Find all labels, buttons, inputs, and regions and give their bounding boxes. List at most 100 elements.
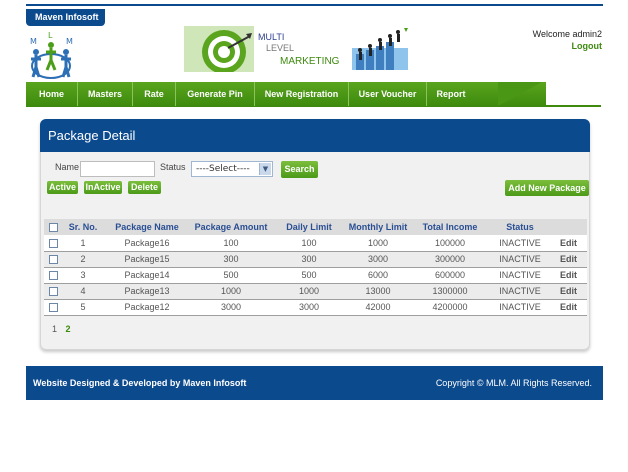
banner-word-3: MARKETING [280, 56, 340, 67]
mlm-banner: MULTI LEVEL MARKETING [184, 26, 410, 72]
page-link-1[interactable]: 1 [52, 324, 57, 334]
welcome-box: Welcome admin2 Logout [533, 28, 602, 52]
nav-report[interactable]: Report [427, 82, 475, 106]
cell-daily-limit: 1000 [272, 283, 346, 300]
select-all-checkbox[interactable] [48, 223, 58, 233]
col-package-amount: Package Amount [190, 219, 272, 235]
cell-total-income: 600000 [410, 267, 490, 284]
cell-daily-limit: 300 [272, 251, 346, 268]
cell-sr-no: 1 [62, 235, 104, 252]
cell-status: INACTIVE [490, 235, 550, 252]
cell-monthly-limit: 6000 [346, 267, 410, 284]
footer-credit: Website Designed & Developed by Maven In… [33, 378, 247, 388]
logo-letter-m2: M [66, 37, 73, 46]
cell-daily-limit: 100 [272, 235, 346, 252]
status-select[interactable]: ----Select---- ▼ [191, 161, 273, 177]
cell-package-amount: 100 [190, 235, 272, 252]
cell-total-income: 300000 [410, 251, 490, 268]
footer: Website Designed & Developed by Maven In… [26, 366, 603, 400]
cell-monthly-limit: 13000 [346, 283, 410, 300]
cell-total-income: 100000 [410, 235, 490, 252]
logo-letter-l: L [48, 31, 53, 40]
row-checkbox[interactable] [48, 287, 58, 297]
cell-package-amount: 500 [190, 267, 272, 284]
cell-package-name: Package13 [104, 283, 190, 300]
nav-bar-tail [498, 82, 542, 106]
cell-sr-no: 2 [62, 251, 104, 268]
cell-package-name: Package16 [104, 235, 190, 252]
status-label: Status [160, 162, 186, 172]
edit-link[interactable]: Edit [550, 235, 587, 252]
nav-user-voucher[interactable]: User Voucher [349, 82, 427, 106]
cell-status: INACTIVE [490, 267, 550, 284]
cell-sr-no: 4 [62, 283, 104, 300]
logout-link[interactable]: Logout [533, 40, 603, 52]
col-sr-no: Sr. No. [62, 219, 104, 235]
banner-word-2: LEVEL [266, 43, 294, 53]
cell-daily-limit: 500 [272, 267, 346, 284]
row-checkbox[interactable] [48, 271, 58, 281]
welcome-text: Welcome admin2 [532, 29, 602, 39]
cell-sr-no: 5 [62, 299, 104, 316]
cell-package-amount: 300 [190, 251, 272, 268]
cell-package-name: Package15 [104, 251, 190, 268]
inactive-button[interactable]: InActive [84, 181, 122, 194]
table-row: 4 Package13 1000 1000 13000 1300000 INAC… [44, 283, 587, 300]
search-button[interactable]: Search [281, 161, 318, 178]
col-edit [550, 219, 587, 235]
edit-link[interactable]: Edit [550, 283, 587, 300]
edit-link[interactable]: Edit [550, 251, 587, 268]
nav-generate-pin[interactable]: Generate Pin [176, 82, 255, 106]
table-row: 3 Package14 500 500 6000 600000 INACTIVE… [44, 267, 587, 284]
col-package-name: Package Name [104, 219, 190, 235]
top-line [26, 4, 603, 6]
cell-package-name: Package12 [104, 299, 190, 316]
cell-daily-limit: 3000 [272, 299, 346, 316]
name-label: Name [55, 162, 80, 172]
logo-letter-m1: M [30, 37, 37, 46]
cell-total-income: 4200000 [410, 299, 490, 316]
edit-link[interactable]: Edit [550, 267, 587, 284]
footer-copyright: Copyright © MLM. All Rights Reserved. [435, 378, 592, 388]
package-table: Sr. No. Package Name Package Amount Dail… [44, 219, 587, 316]
cell-package-amount: 3000 [190, 299, 272, 316]
table-header-row: Sr. No. Package Name Package Amount Dail… [44, 219, 587, 235]
table-row: 1 Package16 100 100 1000 100000 INACTIVE… [44, 235, 587, 252]
row-checkbox[interactable] [48, 255, 58, 265]
row-checkbox[interactable] [48, 303, 58, 313]
add-new-package-button[interactable]: Add New Package [505, 180, 589, 196]
cell-monthly-limit: 3000 [346, 251, 410, 268]
pagination: 1 2 [52, 324, 77, 334]
delete-button[interactable]: Delete [128, 181, 161, 194]
table-row: 2 Package15 300 300 3000 300000 INACTIVE… [44, 251, 587, 268]
status-selected-value: ----Select---- [196, 164, 250, 174]
nav-rate[interactable]: Rate [133, 82, 176, 106]
banner-word-1: MULTI [258, 32, 284, 42]
col-total-income: Total Income [410, 219, 490, 235]
cell-package-amount: 1000 [190, 283, 272, 300]
header-select-all[interactable] [44, 219, 62, 235]
col-monthly-limit: Monthly Limit [346, 219, 410, 235]
nav-home[interactable]: Home [26, 82, 78, 106]
mlm-logo: M L M [30, 31, 73, 79]
cell-status: INACTIVE [490, 251, 550, 268]
cell-status: INACTIVE [490, 283, 550, 300]
col-daily-limit: Daily Limit [272, 219, 346, 235]
edit-link[interactable]: Edit [550, 299, 587, 316]
page-link-2[interactable]: 2 [66, 324, 71, 334]
cell-monthly-limit: 1000 [346, 235, 410, 252]
active-button[interactable]: Active [47, 181, 78, 194]
col-status: Status [490, 219, 550, 235]
name-input[interactable] [80, 161, 155, 177]
row-checkbox[interactable] [48, 238, 58, 248]
table-row: 5 Package12 3000 3000 42000 4200000 INAC… [44, 299, 587, 316]
brand-tab: Maven Infosoft [26, 9, 105, 26]
cell-status: INACTIVE [490, 299, 550, 316]
cell-sr-no: 3 [62, 267, 104, 284]
nav-masters[interactable]: Masters [78, 82, 133, 106]
nav-new-registration[interactable]: New Registration [255, 82, 349, 106]
cell-monthly-limit: 42000 [346, 299, 410, 316]
cell-total-income: 1300000 [410, 283, 490, 300]
cell-package-name: Package14 [104, 267, 190, 284]
chevron-down-icon: ▼ [259, 163, 271, 175]
